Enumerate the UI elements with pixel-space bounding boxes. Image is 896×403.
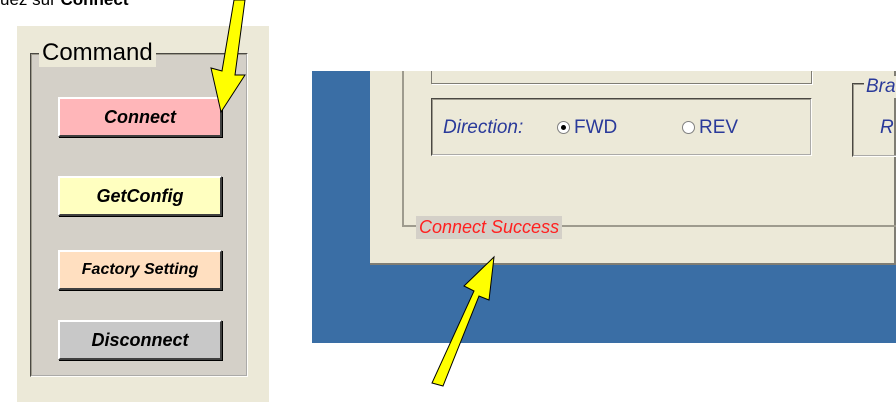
arrow-to-connect-icon xyxy=(210,0,246,114)
arrow-to-status-icon xyxy=(431,255,495,387)
annotation-arrows xyxy=(210,0,495,387)
